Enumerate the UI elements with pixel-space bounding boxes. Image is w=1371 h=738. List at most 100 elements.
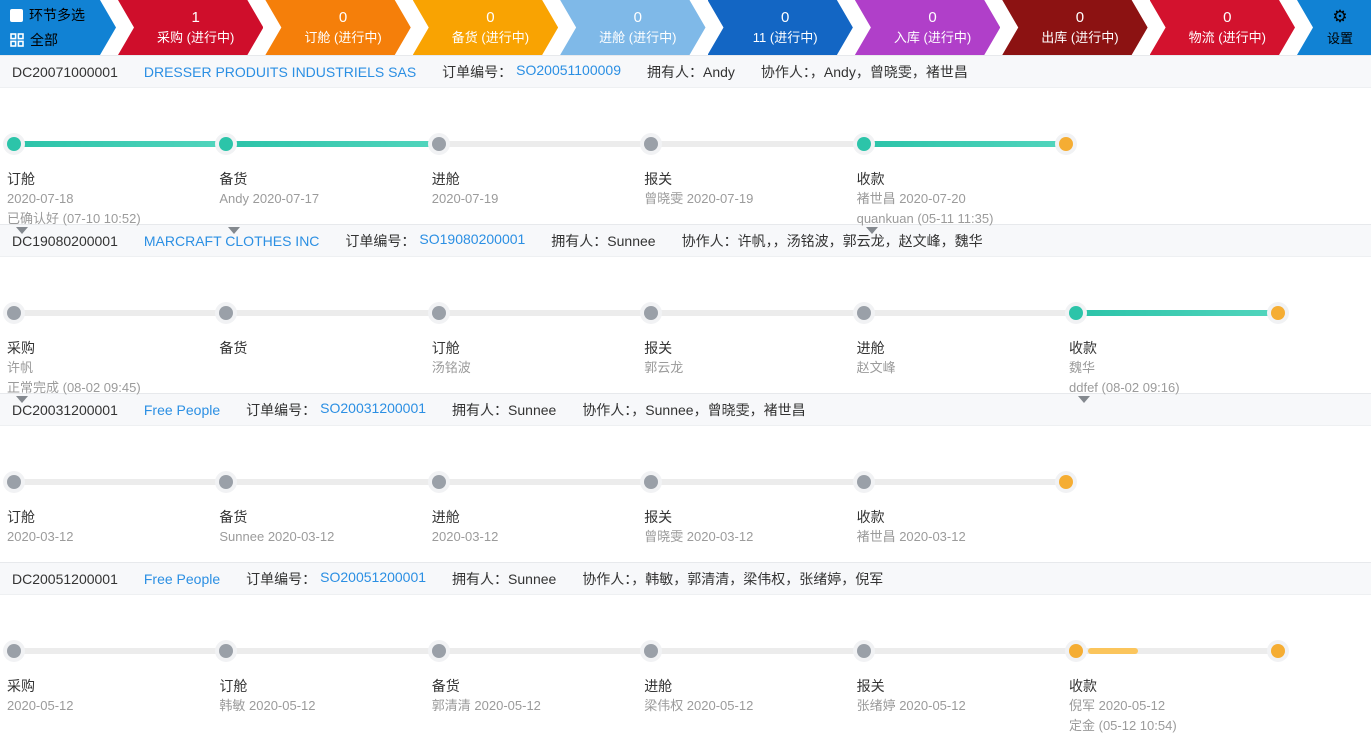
timeline-dot	[644, 306, 659, 320]
stage-chevron-6[interactable]: 0 出库 (进行中)	[1002, 0, 1147, 55]
stage-info: 收款褚世昌 2020-07-20 quankuan (05-11 11:35)	[857, 169, 1062, 229]
stage-name: 订舱	[219, 678, 248, 694]
collaborators-text: 协作人：，韩敏，郭清清，梁伟权，张绪婷，倪军	[582, 570, 884, 587]
stage-name: 订舱	[7, 509, 35, 525]
stage-info: 备货 Sunnee 2020-03-12	[219, 507, 424, 547]
timeline-segment	[438, 310, 652, 316]
order-no-link[interactable]: SO20031200001	[320, 400, 426, 420]
order-no-link[interactable]: SO19080200001	[419, 231, 525, 251]
order-no-group: 订单编号： SO20051100009	[442, 62, 621, 82]
timeline-dot	[856, 644, 871, 658]
stage-name: 订舱	[431, 340, 460, 356]
stage-name: 备货	[431, 678, 460, 694]
checkbox-icon[interactable]	[10, 9, 23, 22]
app-root: 环节多选 全部 1 采购 (进行中) 0 订舱 (进行中) 0 备货 (进行中) 0 进舱 (…	[0, 0, 1371, 738]
order-no-label: 订单编号：	[345, 232, 416, 249]
order-code: DC20051200001	[12, 570, 118, 587]
stage-info: 收款 褚世昌 2020-03-12	[857, 507, 1062, 547]
expand-arrow[interactable]	[16, 227, 28, 234]
stage-chevron-1[interactable]: 0 订舱 (进行中)	[265, 0, 410, 55]
timeline-segment	[14, 648, 227, 654]
timeline: 订舱 2020-03-12 备货 Sunnee 2020-03-12 进舱 2020-03…	[0, 426, 1371, 562]
stage-line2: 张绪婷 2020-05-12	[856, 698, 966, 713]
stage-label: 物流 (进行中)	[1188, 30, 1266, 46]
stage-line3: ddfef (08-02 09:16)	[1069, 380, 1180, 395]
timeline-segment	[226, 479, 439, 485]
expand-arrow[interactable]	[1078, 396, 1090, 403]
company-link[interactable]: DRESSER PRODUITS INDUSTRIELS SAS	[144, 64, 416, 80]
multi-select-label: 环节多选	[29, 7, 85, 23]
timeline-segment	[14, 310, 227, 316]
stage-info: 订舱 汤铭波	[432, 338, 637, 378]
order-no-group: 订单编号： SO19080200001	[345, 231, 525, 251]
stage-name: 收款	[1069, 340, 1097, 356]
timeline: 订舱 2020-07-18 已确认好 (07-10 10:52) 备货 Andy 202…	[0, 88, 1371, 234]
stage-info: 采购 2020-05-12	[7, 676, 212, 716]
stage-name: 收款	[856, 171, 885, 187]
stage-chevron-3[interactable]: 0 进舱 (进行中)	[560, 0, 705, 55]
stage-line2: 褚世昌 2020-07-20	[856, 191, 966, 206]
company-link[interactable]: Free People	[144, 571, 220, 587]
stage-name: 报关	[644, 509, 673, 525]
order-code: DC20031200001	[12, 401, 118, 418]
order-row: DC20051200001 Free People 订单编号： SO200512000…	[0, 562, 1371, 733]
stage-count: 0	[928, 8, 937, 26]
expand-arrow[interactable]	[865, 227, 878, 234]
stage-info: 备货 郭清清 2020-05-12	[432, 676, 637, 716]
stage-info: 备货	[219, 338, 424, 358]
timeline-dot	[431, 306, 446, 320]
company-link[interactable]: MARCRAFT CLOTHES INC	[144, 233, 320, 249]
stage-line2: 赵文峰	[856, 360, 896, 375]
stage-info: 收款 倪军 2020-05-12 定金 (05-12 10:54)	[1069, 676, 1274, 736]
stage-line3: 已确认好 (07-10 10:52)	[7, 211, 141, 226]
timeline-segment	[14, 479, 227, 485]
stage-name: 进舱	[431, 171, 460, 187]
expand-arrow[interactable]	[228, 227, 241, 234]
multi-select-toggle[interactable]: 环节多选	[10, 5, 112, 25]
order-no-link[interactable]: SO20051100009	[516, 62, 621, 82]
stage-chevron-7[interactable]: 0 物流 (进行中)	[1150, 0, 1295, 55]
stage-info: 进舱 赵文峰	[857, 338, 1062, 378]
timeline-segment	[651, 310, 864, 316]
timeline-dot	[219, 306, 234, 320]
timeline-segment	[226, 310, 439, 316]
order-row: DC19080200001 MARCRAFT CLOTHES INC 订单编号： SO…	[0, 224, 1371, 403]
stage-line3: 定金 (05-12 10:54)	[1069, 718, 1177, 733]
stage-line3: quankuan (05-11 11:35)	[856, 211, 994, 226]
stage-name: 备货	[219, 340, 248, 356]
owner-text: 拥有人：Sunnee	[452, 570, 557, 587]
timeline-dot	[1069, 644, 1083, 658]
stage-info: 进舱 梁伟权 2020-05-12	[644, 676, 849, 716]
settings-label: 设置	[1326, 31, 1353, 46]
timeline-segment	[226, 141, 439, 147]
expand-arrow[interactable]	[16, 396, 28, 403]
stage-info: 报关 张绪婷 2020-05-12	[857, 676, 1062, 716]
stage-label: 进舱 (进行中)	[599, 30, 677, 46]
settings-button[interactable]: ⚙ 设置	[1297, 0, 1371, 55]
stage-line2: 梁伟权 2020-05-12	[644, 698, 754, 713]
stage-label: 出库 (进行中)	[1041, 30, 1119, 46]
timeline-segment	[14, 141, 227, 147]
timeline-segment	[651, 141, 864, 147]
grid-icon	[10, 33, 24, 47]
stage-chevron-4[interactable]: 0 11 (进行中)	[708, 0, 853, 55]
all-stages-filter[interactable]: 全部	[10, 30, 112, 50]
order-no-link[interactable]: SO20051200001	[320, 569, 426, 589]
orders-list: DC20071000001 DRESSER PRODUITS INDUSTRIEL…	[0, 55, 1371, 733]
stage-chevron-2[interactable]: 0 备货 (进行中)	[413, 0, 558, 55]
stage-name: 进舱	[431, 509, 460, 525]
timeline-segment-partial	[1088, 648, 1138, 654]
timeline-segment	[863, 479, 1066, 485]
order-header-strip: DC20051200001 Free People 订单编号： SO200512000…	[0, 562, 1371, 595]
stage-line2: 2020-07-19	[431, 191, 499, 206]
company-link[interactable]: Free People	[144, 402, 220, 418]
stage-line2: 许帆	[7, 360, 34, 375]
order-row: DC20071000001 DRESSER PRODUITS INDUSTRIEL…	[0, 55, 1371, 234]
stage-name: 报关	[644, 340, 673, 356]
stage-info: 订舱 2020-03-12	[7, 507, 212, 547]
stage-chevron-5[interactable]: 0 入库 (进行中)	[855, 0, 1000, 55]
timeline-dot	[7, 644, 21, 658]
timeline-dot	[644, 644, 659, 658]
stage-chevron-0[interactable]: 1 采购 (进行中)	[118, 0, 263, 55]
timeline-dot	[644, 137, 659, 151]
